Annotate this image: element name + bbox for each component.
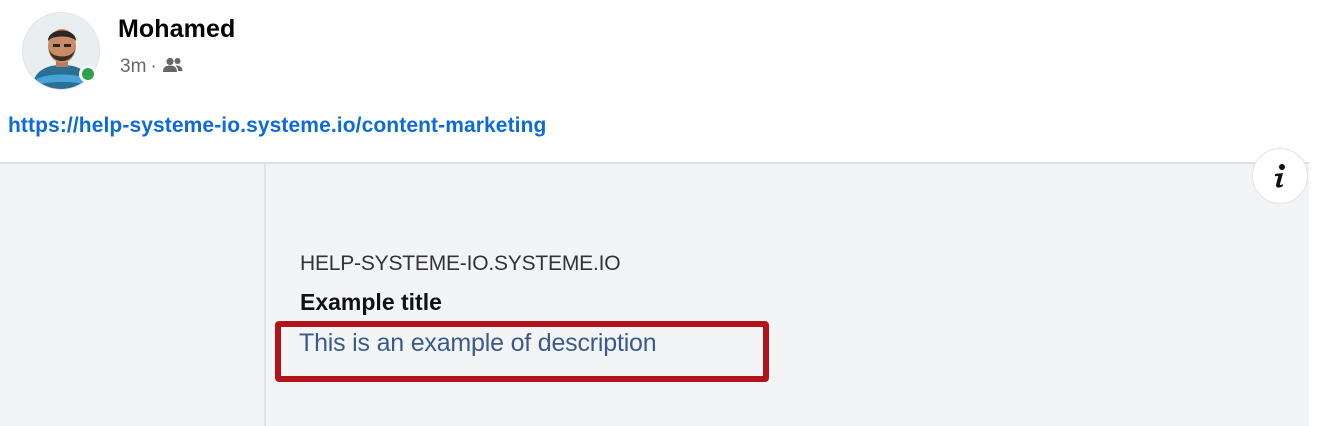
- post-header: Mohamed 3m ·: [22, 12, 622, 92]
- preview-domain: HELP-SYSTEME-IO.SYSTEME.IO: [300, 252, 621, 275]
- online-status-indicator: [79, 65, 97, 83]
- post-time[interactable]: 3m: [120, 56, 146, 78]
- author-name[interactable]: Mohamed: [118, 15, 235, 44]
- info-button[interactable]: [1252, 148, 1308, 204]
- friends-icon[interactable]: [162, 57, 184, 73]
- info-icon: [1275, 164, 1285, 188]
- post-link[interactable]: https://help-systeme-io.systeme.io/conte…: [8, 114, 546, 138]
- post-meta: 3m ·: [120, 56, 184, 78]
- description-highlight-box: [275, 321, 769, 382]
- preview-title[interactable]: Example title: [300, 289, 442, 316]
- preview-image-divider: [264, 164, 266, 426]
- meta-separator: ·: [150, 56, 157, 77]
- link-preview-card[interactable]: [0, 162, 1309, 426]
- facebook-post: Mohamed 3m · https://help-systeme-io.sys…: [0, 0, 1318, 426]
